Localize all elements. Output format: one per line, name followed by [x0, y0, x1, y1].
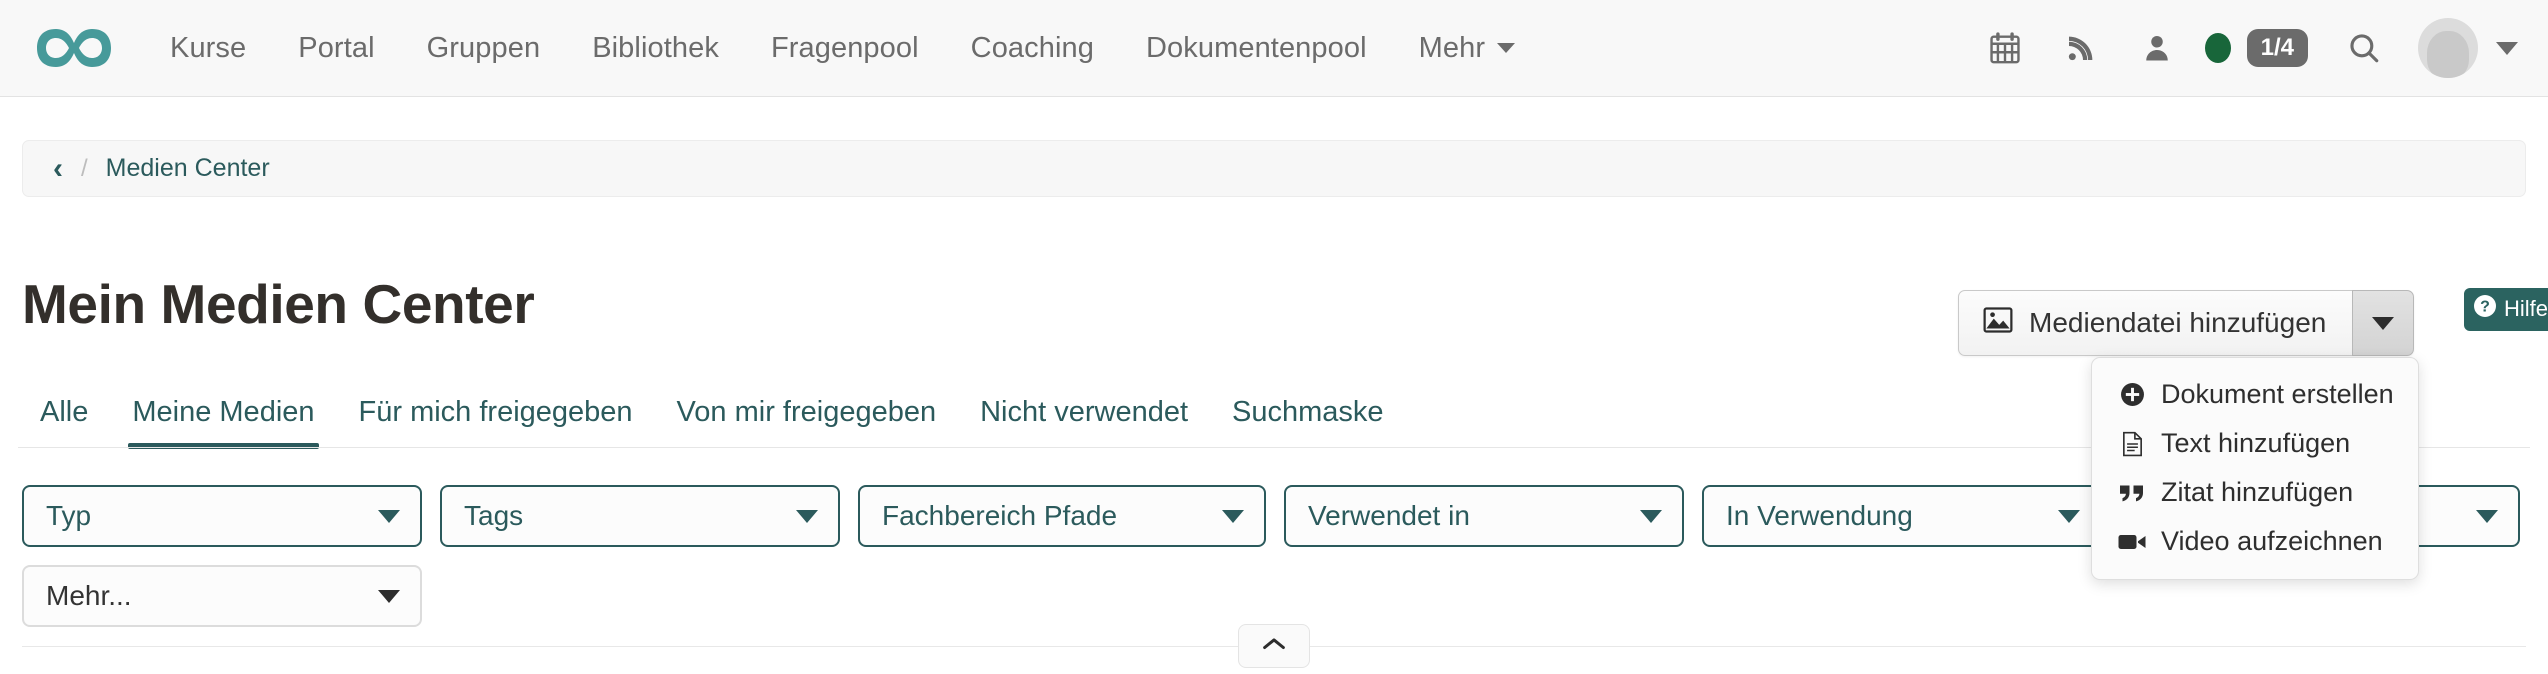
filter-in-verwendung[interactable]: In Verwendung	[1702, 485, 2102, 547]
breadcrumb: ‹ / Medien Center	[22, 140, 2526, 197]
filter-verwendet-in[interactable]: Verwendet in	[1284, 485, 1684, 547]
add-media-dropdown-toggle[interactable]	[2352, 290, 2415, 356]
breadcrumb-back-icon[interactable]: ‹	[53, 153, 63, 184]
filter-mehr-label: Mehr...	[46, 580, 132, 611]
filter-fachbereich-pfade[interactable]: Fachbereich Pfade	[858, 485, 1266, 547]
menu-item-label: Text hinzufügen	[2161, 428, 2351, 458]
chevron-up-icon	[1260, 635, 1288, 658]
help-button-label: Hilfe	[2504, 296, 2548, 321]
nav-link-bibliothek[interactable]: Bibliothek	[566, 22, 745, 75]
add-media-split-button: Mediendatei hinzufügen	[1958, 290, 2415, 356]
quote-left-icon	[2118, 482, 2146, 504]
status-indicator-dot[interactable]	[2204, 33, 2231, 63]
filter-tags[interactable]: Tags	[440, 485, 840, 547]
nav-links: Kurse Portal Gruppen Bibliothek Fragenpo…	[144, 22, 1541, 75]
add-media-dropdown-menu: Dokument erstellen Text hinzufügen Zitat…	[2091, 357, 2419, 580]
brand-logo[interactable]	[26, 19, 122, 77]
add-media-label: Mediendatei hinzufügen	[2029, 307, 2327, 338]
calendar-icon[interactable]	[1967, 18, 2043, 78]
help-button[interactable]: ? Hilfe	[2464, 288, 2548, 331]
menu-item-dokument-erstellen[interactable]: Dokument erstellen	[2092, 370, 2418, 419]
caret-down-icon	[378, 509, 400, 523]
nav-link-mehr[interactable]: Mehr	[1393, 22, 1541, 75]
tab-von-mir-freigegeben[interactable]: Von mir freigegeben	[655, 392, 959, 449]
rss-icon[interactable]	[2043, 18, 2119, 78]
filter-tags-label: Tags	[464, 500, 524, 531]
tab-alle[interactable]: Alle	[18, 392, 110, 449]
avatar[interactable]	[2418, 18, 2478, 78]
caret-down-icon	[2372, 316, 2395, 330]
nav-link-kurse[interactable]: Kurse	[144, 22, 272, 75]
caret-down-icon	[378, 589, 400, 603]
video-camera-icon	[2118, 532, 2146, 552]
menu-item-zitat-hinzufuegen[interactable]: Zitat hinzufügen	[2092, 468, 2418, 517]
filter-verwendet-in-label: Verwendet in	[1308, 500, 1470, 531]
menu-item-label: Video aufzeichnen	[2161, 526, 2383, 556]
tab-meine-medien[interactable]: Meine Medien	[110, 392, 336, 449]
file-text-icon	[2118, 431, 2146, 457]
menu-item-label: Zitat hinzufügen	[2161, 477, 2354, 507]
filter-typ[interactable]: Typ	[22, 485, 422, 547]
svg-text:?: ?	[2480, 299, 2490, 316]
chevron-down-icon	[1497, 43, 1516, 53]
caret-down-icon	[1640, 509, 1662, 523]
top-navbar: Kurse Portal Gruppen Bibliothek Fragenpo…	[0, 0, 2548, 97]
tab-nicht-verwendet[interactable]: Nicht verwendet	[958, 392, 1210, 449]
filter-fachbereich-pfade-label: Fachbereich Pfade	[882, 500, 1118, 531]
question-circle-icon: ?	[2473, 294, 2497, 324]
tab-fuer-mich-freigegeben[interactable]: Für mich freigegeben	[337, 392, 655, 449]
filter-in-verwendung-label: In Verwendung	[1726, 500, 1913, 531]
breadcrumb-item-medien-center[interactable]: Medien Center	[106, 154, 270, 183]
page-root: Kurse Portal Gruppen Bibliothek Fragenpo…	[0, 0, 2548, 674]
nav-link-portal[interactable]: Portal	[272, 22, 400, 75]
nav-link-dokumentenpool[interactable]: Dokumentenpool	[1120, 22, 1393, 75]
user-icon[interactable]	[2119, 18, 2195, 78]
filter-mehr[interactable]: Mehr...	[22, 565, 422, 627]
nav-link-coaching[interactable]: Coaching	[945, 22, 1120, 75]
image-icon	[1983, 306, 2013, 340]
nav-link-gruppen[interactable]: Gruppen	[401, 22, 567, 75]
menu-item-video-aufzeichnen[interactable]: Video aufzeichnen	[2092, 517, 2418, 566]
nav-mehr-label: Mehr	[1418, 31, 1486, 64]
count-badge[interactable]: 1/4	[2246, 29, 2308, 67]
nav-link-fragenpool[interactable]: Fragenpool	[745, 22, 945, 75]
avatar-chevron-down-icon[interactable]	[2496, 41, 2518, 55]
collapse-filters-button[interactable]	[1238, 624, 1310, 668]
menu-item-label: Dokument erstellen	[2161, 379, 2394, 409]
plus-circle-icon	[2118, 382, 2146, 407]
menu-item-text-hinzufuegen[interactable]: Text hinzufügen	[2092, 419, 2418, 468]
breadcrumb-separator: /	[81, 154, 88, 182]
filter-typ-label: Typ	[46, 500, 92, 531]
caret-down-icon	[2058, 509, 2080, 523]
add-media-button[interactable]: Mediendatei hinzufügen	[1958, 290, 2353, 356]
infinity-logo-icon	[32, 23, 116, 73]
caret-down-icon	[1222, 509, 1244, 523]
caret-down-icon	[796, 509, 818, 523]
navbar-actions: 1/4	[1967, 18, 2518, 78]
search-icon[interactable]	[2326, 18, 2402, 78]
caret-down-icon	[2476, 509, 2498, 523]
tab-suchmaske[interactable]: Suchmaske	[1210, 392, 1406, 449]
page-title: Mein Medien Center	[22, 273, 535, 335]
